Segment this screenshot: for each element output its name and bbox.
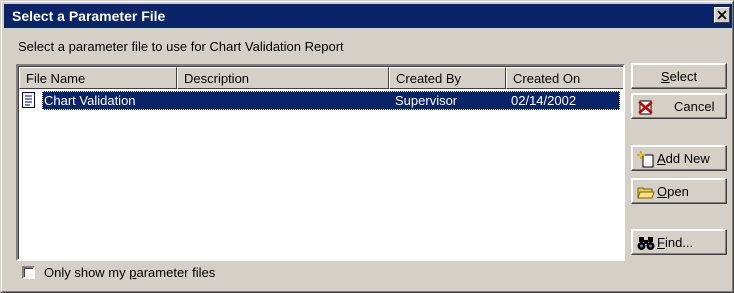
dialog-window: Select a Parameter File Select a paramet… [0, 0, 734, 293]
find-button-label: Find... [657, 235, 694, 250]
parameter-file-list[interactable]: File Name Description Created By Created… [16, 64, 625, 261]
cancel-icon [638, 100, 653, 115]
only-my-files-label: Only show my parameter files [44, 265, 216, 280]
cell-created-by: Supervisor [395, 93, 458, 108]
cell-file-name: Chart Validation [44, 93, 136, 108]
binoculars-icon [637, 237, 655, 250]
column-header-file-name[interactable]: File Name [19, 67, 177, 89]
cancel-button-label: Cancel [674, 99, 715, 114]
table-row[interactable]: Chart Validation Supervisor 02/14/2002 [42, 91, 620, 110]
open-button[interactable]: Open [631, 178, 727, 204]
window-title: Select a Parameter File [12, 8, 166, 24]
column-header-description[interactable]: Description [177, 67, 389, 89]
close-button[interactable] [714, 7, 730, 23]
column-header-created-by[interactable]: Created By [389, 67, 506, 89]
title-bar: Select a Parameter File [4, 4, 732, 28]
list-header: File Name Description Created By Created… [19, 67, 623, 89]
open-folder-icon [637, 187, 655, 199]
open-button-label: Open [657, 184, 689, 199]
select-button[interactable]: Select [631, 63, 727, 89]
cell-created-on: 02/14/2002 [511, 93, 577, 108]
only-my-files-checkbox[interactable] [22, 266, 35, 279]
select-button-label: Select [660, 69, 698, 84]
instruction-text: Select a parameter file to use for Chart… [18, 39, 344, 54]
cancel-button[interactable]: Cancel [631, 93, 727, 119]
document-icon [22, 92, 35, 108]
close-icon [717, 10, 727, 20]
add-new-button[interactable]: Add New [631, 145, 727, 171]
column-header-created-on[interactable]: Created On [506, 67, 623, 89]
add-new-button-label: Add New [657, 151, 710, 166]
new-file-sparkle-icon [637, 150, 654, 168]
find-button[interactable]: Find... [631, 229, 727, 255]
